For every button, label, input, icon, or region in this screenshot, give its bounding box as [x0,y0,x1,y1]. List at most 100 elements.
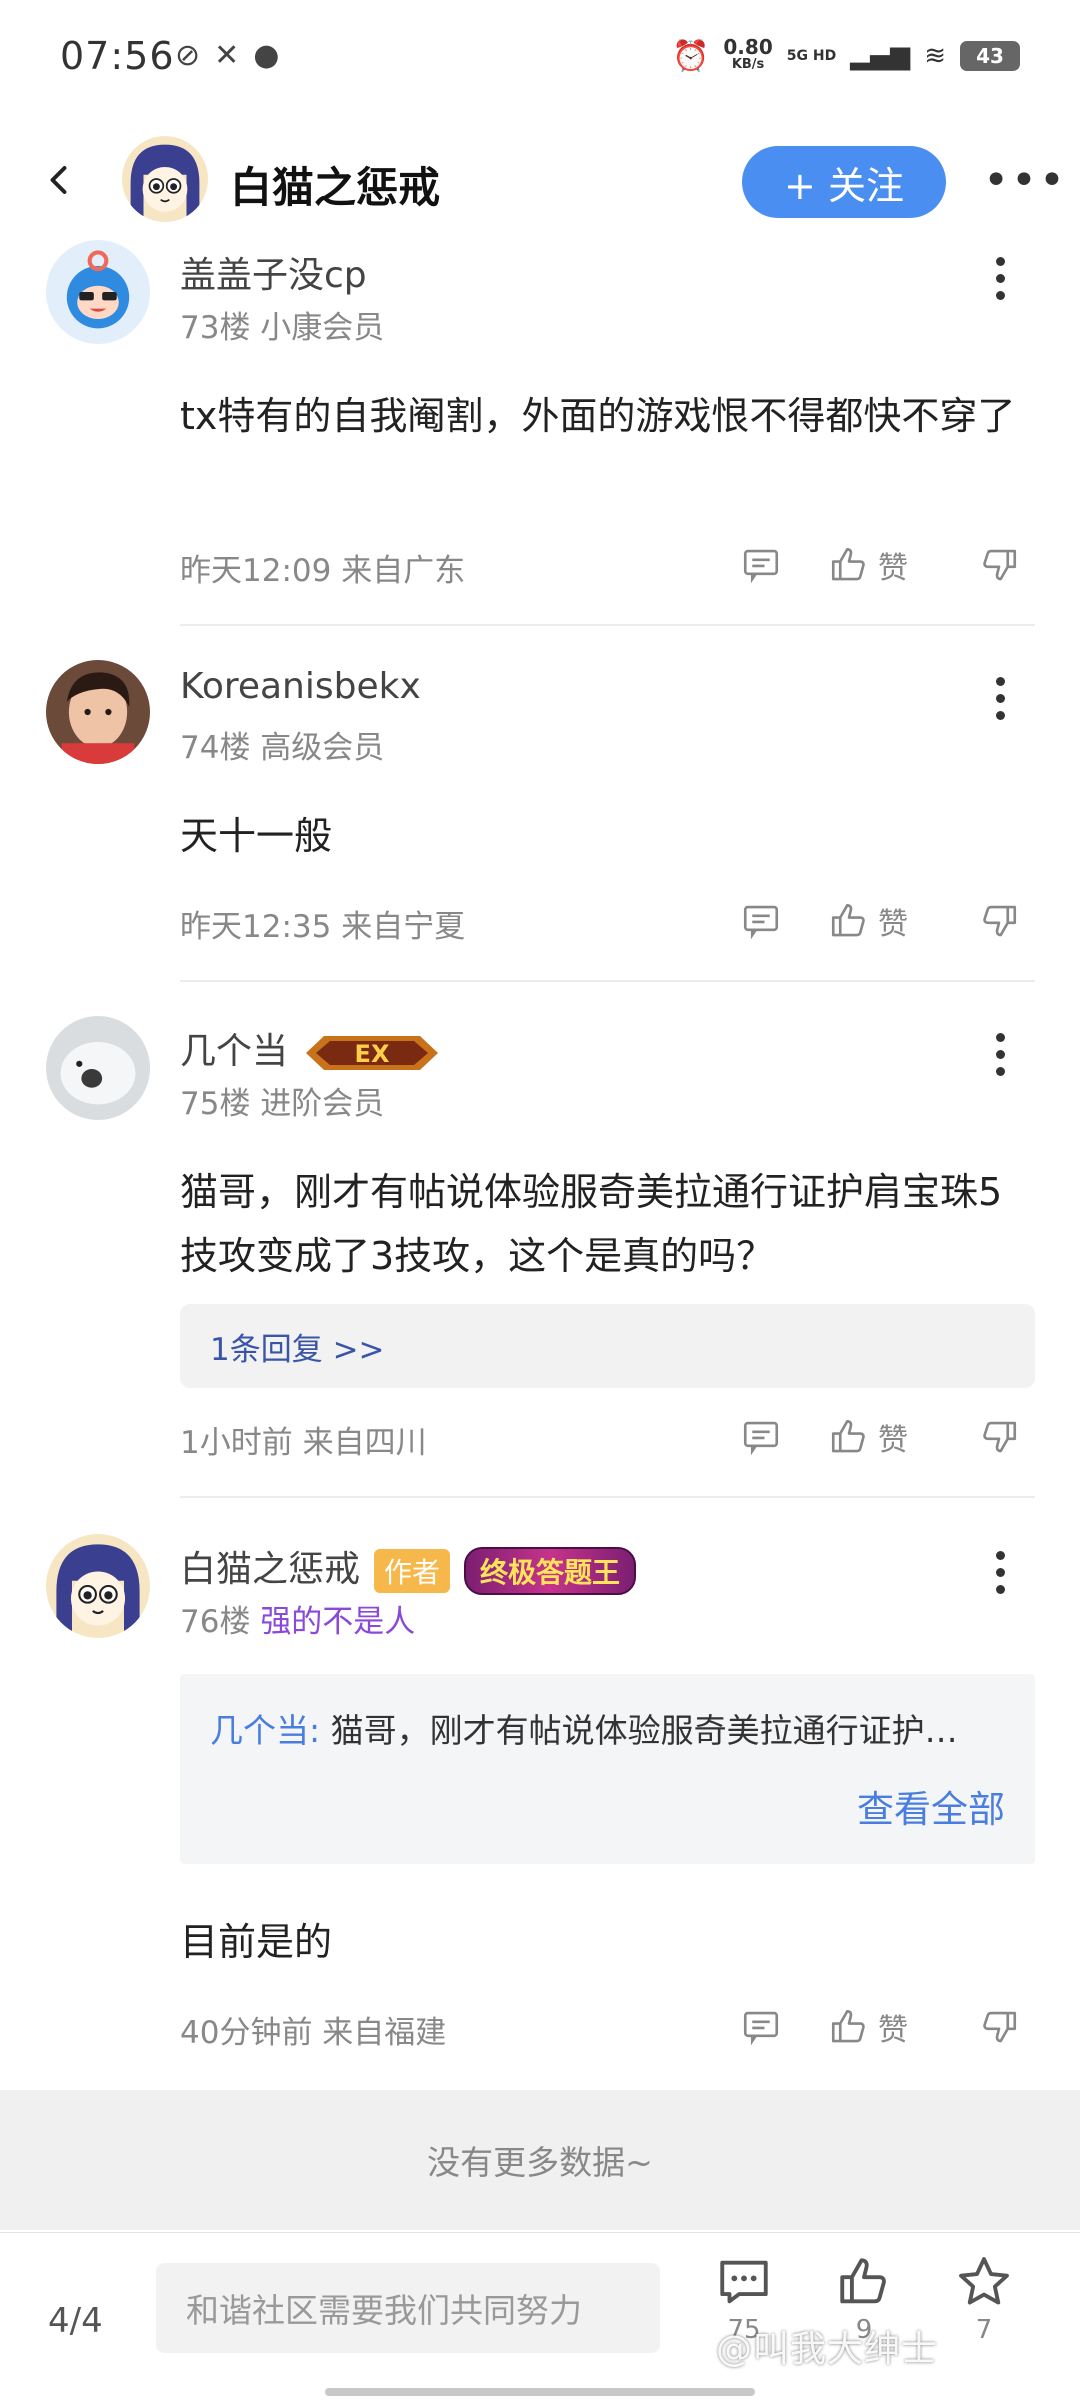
watermark: @叫我大绅士 [716,2329,939,2370]
vpn-icon: ⊘ [175,38,201,73]
comment-icon [743,905,779,940]
divider [180,1496,1035,1498]
network-type: 5G HD [786,48,837,64]
comment-floor-level: 73楼 小康会员 [180,310,385,346]
tools-icon: ✕ [214,38,240,73]
dislike-button[interactable] [978,896,1020,946]
reply-button[interactable] [740,1412,782,1462]
wifi-icon: ≋ [924,41,946,71]
comment-footer: 40分钟前 来自福建 赞 [180,2002,1040,2052]
comment-input[interactable]: 和谐社区需要我们共同努力 [156,2263,660,2353]
thumbs-up-icon [831,547,865,581]
title-badge: 终极答题王 [464,1547,637,1595]
reply-button[interactable] [740,2002,782,2052]
view-all-link[interactable]: 查看全部 [857,1779,1005,1833]
page-title: 白猫之惩戒 [230,163,441,212]
svg-text:EX: EX [355,1040,390,1068]
like-button[interactable]: 赞 [828,896,908,946]
user-avatar[interactable] [46,240,150,344]
comment-menu-button[interactable] [985,668,1015,728]
comment-time-location: 昨天12:09 来自广东 [180,553,466,589]
comment-time-location: 40分钟前 来自福建 [180,2015,447,2051]
comment-icon [720,2260,768,2304]
comment-footer: 昨天12:35 来自宁夏 赞 [180,896,1040,946]
thread-header: 白猫之惩戒 + 关注 ••• [0,130,1080,240]
thumbs-down-icon [983,549,1017,581]
net-speed: 0.80 KB/s [723,35,773,72]
status-right-icons: ⏰ 0.80 KB/s 5G HD ▂▄▆ ≋ 43 [672,35,1020,74]
level-title: 强的不是人 [260,1604,416,1640]
page-indicator[interactable]: 4/4 [48,2301,103,2341]
comment-floor-level: 75楼 进阶会员 [180,1086,385,1122]
comment-menu-button[interactable] [985,248,1015,308]
user-avatar[interactable] [46,1534,150,1638]
alarm-icon: ⏰ [672,38,710,74]
thumbs-down-icon [983,905,1017,937]
thumbs-up-icon [831,1419,865,1453]
like-button[interactable]: 赞 [828,2002,908,2052]
like-label: 赞 [878,2013,908,2048]
comment-time-location: 昨天12:35 来自宁夏 [180,909,466,945]
quote-text: 几个当: 猫哥，刚才有帖说体验服奇美拉通行证护… [210,1711,958,1750]
author-avatar[interactable] [122,136,208,222]
author-tag: 作者 [374,1549,451,1593]
comment-menu-button[interactable] [985,1542,1015,1602]
comment-floor-level: 74楼 高级会员 [180,730,385,766]
comment-username[interactable]: Koreanisbekx [180,666,421,707]
back-button[interactable] [30,150,90,210]
no-more-data: 没有更多数据~ [0,2090,1080,2230]
thumbs-down-icon [983,1421,1017,1453]
chevron-left-icon [50,166,67,194]
bottom-bar: 4/4 和谐社区需要我们共同努力 75 9 7 [0,2232,1080,2400]
signal-icon: ▂▄▆ [850,41,911,71]
user-avatar[interactable] [46,660,150,764]
thumbs-down-icon [983,2011,1017,2043]
comment-icon [743,549,779,584]
favorite-button[interactable]: 7 [934,2253,1034,2345]
comment-floor-level: 76楼 强的不是人 [180,1604,416,1640]
like-label: 赞 [878,1423,908,1458]
like-button[interactable]: 赞 [828,540,908,590]
status-bar: 07:56 ⊘ ✕ ● ⏰ 0.80 KB/s 5G HD ▂▄▆ ≋ 43 [0,0,1080,115]
quote-username: 几个当: [210,1711,321,1750]
comment-text: 目前是的 [180,1920,333,1964]
ex-badge-icon: EX [306,1036,439,1070]
quoted-comment[interactable]: 几个当: 猫哥，刚才有帖说体验服奇美拉通行证护… 查看全部 [180,1674,1035,1864]
view-replies-link[interactable]: 1条回复 >> [180,1304,1035,1388]
comment-text: 猫哥，刚才有帖说体验服奇美拉通行证护肩宝珠5技攻变成了3技攻，这个是真的吗？ [180,1170,1003,1278]
message-icon: ● [253,38,280,73]
comment-username[interactable]: 盖盖子没cp [180,246,367,298]
follow-button[interactable]: + 关注 [742,146,946,218]
user-avatar[interactable] [46,1016,150,1120]
reply-button[interactable] [740,896,782,946]
dislike-button[interactable] [978,1412,1020,1462]
thumbs-up-icon [831,903,865,937]
comment-username[interactable]: 白猫之惩戒 作者 终极答题王 [180,1540,637,1595]
like-label: 赞 [878,551,908,586]
like-label: 赞 [878,907,908,942]
like-button[interactable]: 赞 [828,1412,908,1462]
dislike-button[interactable] [978,2002,1020,2052]
comment-text: 天十一般 [180,814,333,858]
home-indicator[interactable] [325,2388,755,2396]
more-options-button[interactable]: ••• [983,155,1065,206]
status-notification-icons: ⊘ ✕ ● [175,38,279,73]
thumbs-up-icon [831,2009,865,2043]
divider [180,980,1035,982]
reply-button[interactable] [740,540,782,590]
divider [180,624,1035,626]
comment-icon [743,1421,779,1456]
comment-menu-button[interactable] [985,1024,1015,1084]
comment-username[interactable]: 几个当 EX [180,1022,442,1074]
battery-indicator: 43 [960,41,1020,71]
status-time: 07:56 [60,34,175,78]
comment-icon [743,2011,779,2046]
more-horizontal-icon: ••• [983,154,1067,206]
dislike-button[interactable] [978,540,1020,590]
thumbs-up-icon [840,2258,886,2304]
comment-footer: 昨天12:09 来自广东 赞 [180,540,1040,590]
comment-text: tx特有的自我阉割，外面的游戏恨不得都快不穿了 [180,394,1016,438]
star-count: 7 [975,2315,993,2345]
star-icon [959,2257,1009,2305]
comment-footer: 1小时前 来自四川 赞 [180,1412,1040,1462]
